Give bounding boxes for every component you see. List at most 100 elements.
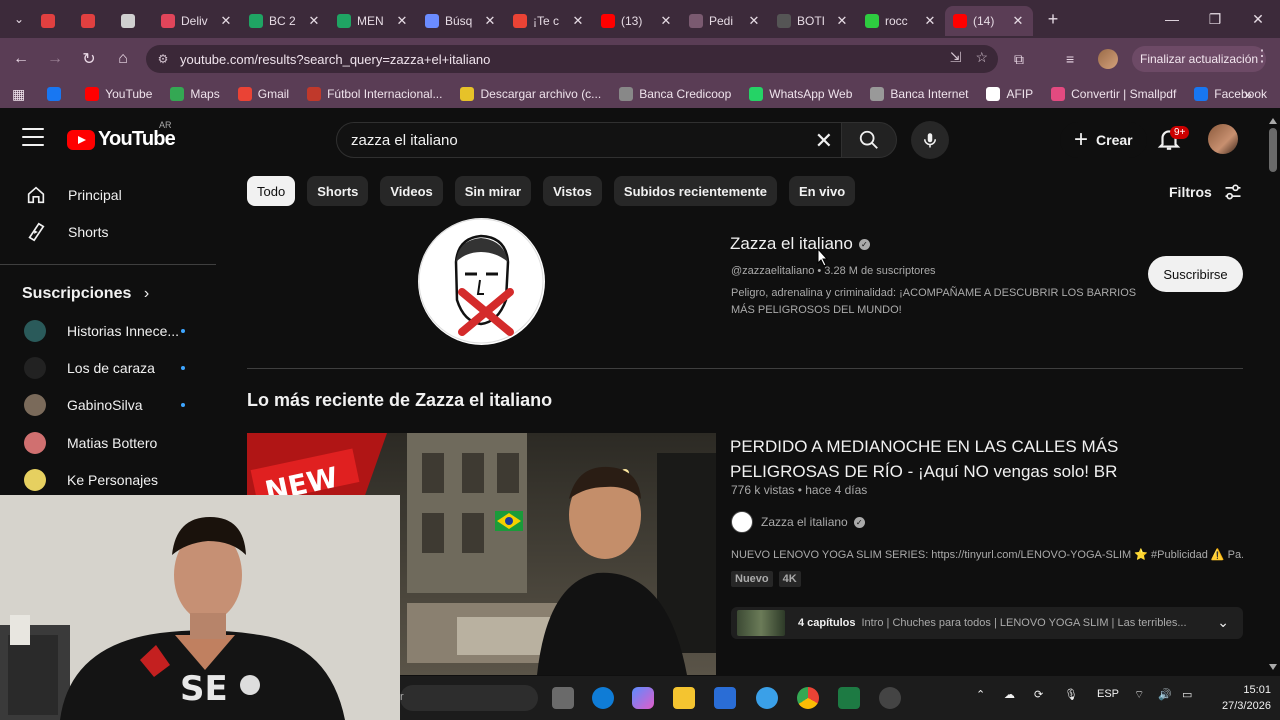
tab-close-icon[interactable]: ✕ xyxy=(219,13,233,29)
browser-tab[interactable]: (14) ✕ xyxy=(945,6,1033,36)
browser-tab[interactable]: (13) ✕ xyxy=(593,6,681,36)
battery-icon[interactable]: ▭ xyxy=(1182,688,1192,701)
store-icon[interactable] xyxy=(714,687,736,709)
bookmark-item[interactable]: Descargar archivo (c... xyxy=(460,87,601,101)
task-view-icon[interactable] xyxy=(552,687,574,709)
cloud-icon[interactable]: ☁ xyxy=(1004,688,1015,701)
taskbar-search[interactable]: r xyxy=(400,685,538,711)
browser-tab[interactable]: Pedi ✕ xyxy=(681,6,769,36)
browser-tab[interactable]: Búsq ✕ xyxy=(417,6,505,36)
account-avatar[interactable] xyxy=(1208,124,1238,154)
filter-chip[interactable]: En vivo xyxy=(788,176,856,206)
chevron-down-icon[interactable]: ⌄ xyxy=(1217,614,1229,631)
bookmark-item[interactable]: YouTube xyxy=(85,87,152,101)
chapters-bar[interactable]: 4 capítulos Intro | Chuches para todos |… xyxy=(731,607,1243,639)
search-button[interactable] xyxy=(841,122,897,158)
bookmark-item[interactable] xyxy=(47,87,67,101)
hamburger-menu-icon[interactable] xyxy=(22,128,44,146)
bookmark-item[interactable]: Banca Credicoop xyxy=(619,87,731,101)
edge-icon[interactable] xyxy=(592,687,614,709)
browser-tab[interactable] xyxy=(113,6,153,36)
filter-chip[interactable]: Vistos xyxy=(543,176,602,206)
create-button[interactable]: + Crear xyxy=(1060,122,1147,158)
volume-icon[interactable]: 🔊 xyxy=(1158,688,1172,701)
taskbar-clock[interactable]: 15:01 27/3/2026 xyxy=(1222,682,1271,714)
forward-icon[interactable]: → xyxy=(39,43,71,75)
tab-close-icon[interactable]: ✕ xyxy=(483,13,497,29)
close-window-button[interactable]: ✕ xyxy=(1236,0,1280,38)
minimize-button[interactable]: — xyxy=(1150,0,1194,38)
filter-chip[interactable]: Shorts xyxy=(307,176,369,206)
subscription-item[interactable]: Los de caraza xyxy=(24,350,194,386)
filter-chip[interactable]: Sin mirar xyxy=(454,176,532,206)
tab-close-icon[interactable]: ✕ xyxy=(747,13,761,29)
filter-chip[interactable]: Subidos recientemente xyxy=(613,176,777,206)
language-indicator[interactable]: ESP xyxy=(1097,688,1119,700)
subscription-item[interactable]: Historias Innece... xyxy=(24,313,194,349)
subscription-item[interactable]: Ke Personajes xyxy=(24,462,194,498)
bookmark-item[interactable]: Banca Internet xyxy=(870,87,968,101)
bookmark-star-icon[interactable]: ☆ xyxy=(975,49,988,66)
bookmarks-overflow-icon[interactable]: » xyxy=(1244,86,1252,102)
bookmark-item[interactable]: Maps xyxy=(170,87,220,101)
reload-icon[interactable]: ↻ xyxy=(73,43,105,75)
tab-close-icon[interactable]: ✕ xyxy=(835,13,849,29)
copilot-icon[interactable] xyxy=(632,687,654,709)
tab-close-icon[interactable]: ✕ xyxy=(395,13,409,29)
browser-tab[interactable]: Deliv ✕ xyxy=(153,6,241,36)
sidebar-item-shorts[interactable]: Shorts xyxy=(12,212,212,252)
channel-name[interactable]: Zazza el italiano ✓ xyxy=(730,234,870,254)
bookmark-item[interactable]: AFIP xyxy=(986,87,1033,101)
subscription-item[interactable]: Matias Bottero xyxy=(24,425,194,461)
site-info-icon[interactable]: ⚙ xyxy=(150,46,176,72)
address-bar[interactable]: ⚙ youtube.com/results?search_query=zazza… xyxy=(146,45,998,73)
search-input[interactable]: zazza el italiano ✕ xyxy=(336,122,842,158)
browser-tab[interactable]: BC 2 ✕ xyxy=(241,6,329,36)
extensions-icon[interactable]: ⧉ xyxy=(1014,45,1024,73)
settings-gear-icon[interactable] xyxy=(879,687,901,709)
subscriptions-heading[interactable]: Suscripciones › xyxy=(22,285,149,303)
youtube-logo[interactable]: YouTube AR xyxy=(67,120,176,151)
browser-tab[interactable]: BOTI ✕ xyxy=(769,6,857,36)
bookmark-item[interactable]: Gmail xyxy=(237,87,289,101)
weather-icon[interactable] xyxy=(756,687,778,709)
filter-chip[interactable]: Videos xyxy=(380,176,443,206)
install-app-icon[interactable]: ⇲ xyxy=(950,49,962,66)
tray-overflow-icon[interactable]: ⌃ xyxy=(976,688,985,701)
excel-icon[interactable] xyxy=(838,687,860,709)
channel-avatar[interactable] xyxy=(418,218,545,345)
chrome-icon[interactable] xyxy=(797,687,819,709)
more-menu-icon[interactable]: ⋮ xyxy=(1254,46,1270,66)
bookmark-item[interactable]: Fútbol Internacional... xyxy=(307,87,442,101)
bookmark-item[interactable]: Facebook xyxy=(1194,87,1267,101)
wifi-icon[interactable]: ⌔ xyxy=(1134,688,1144,702)
tab-close-icon[interactable]: ✕ xyxy=(659,13,673,29)
tab-close-icon[interactable]: ✕ xyxy=(571,13,585,29)
browser-tab[interactable]: MEN ✕ xyxy=(329,6,417,36)
profile-avatar[interactable] xyxy=(1098,45,1118,73)
subscription-item[interactable]: GabinoSilva xyxy=(24,387,194,423)
browser-tab[interactable] xyxy=(33,6,73,36)
tab-close-icon[interactable]: ✕ xyxy=(923,13,937,29)
maximize-button[interactable]: ❐ xyxy=(1193,0,1237,38)
page-scrollbar[interactable] xyxy=(1266,114,1280,674)
bookmark-item[interactable]: WhatsApp Web xyxy=(749,87,852,101)
filters-button[interactable]: Filtros xyxy=(1169,182,1244,202)
apps-grid-icon[interactable]: ▦ xyxy=(12,86,25,103)
update-button[interactable]: Finalizar actualización xyxy=(1132,46,1267,72)
microphone-tray-icon[interactable]: 🎙 xyxy=(1064,688,1078,701)
browser-tab[interactable] xyxy=(73,6,113,36)
home-icon[interactable]: ⌂ xyxy=(107,43,139,75)
bookmark-item[interactable]: Convertir | Smallpdf xyxy=(1051,87,1176,101)
filter-chip[interactable]: Todo xyxy=(247,176,296,206)
media-control-icon[interactable]: ≡ xyxy=(1066,45,1074,73)
voice-search-button[interactable] xyxy=(911,121,949,159)
tab-close-icon[interactable]: ✕ xyxy=(1011,13,1025,29)
tab-close-icon[interactable]: ✕ xyxy=(307,13,321,29)
file-explorer-icon[interactable] xyxy=(673,687,695,709)
back-icon[interactable]: ← xyxy=(5,43,37,75)
tab-search-button[interactable]: ⌄ xyxy=(5,5,33,33)
video-title[interactable]: PERDIDO A MEDIANOCHE EN LAS CALLES MÁS P… xyxy=(730,434,1230,484)
sync-icon[interactable]: ⟳ xyxy=(1034,688,1043,701)
browser-tab[interactable]: rocc ✕ xyxy=(857,6,945,36)
